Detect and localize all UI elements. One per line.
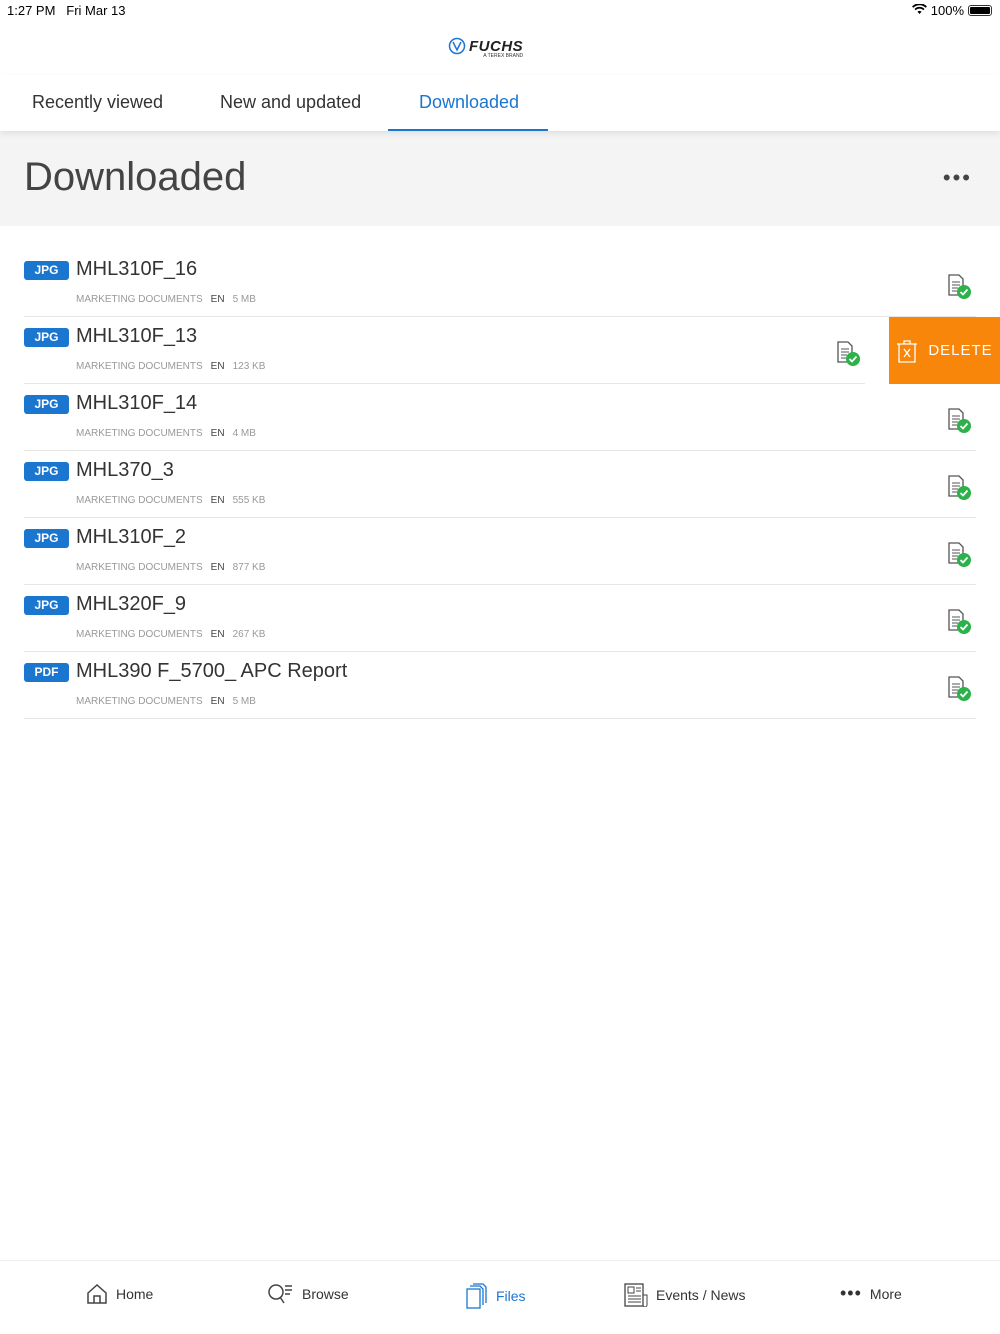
file-size: 5 MB bbox=[232, 696, 256, 707]
tab-new-and-updated[interactable]: New and updated bbox=[220, 92, 361, 113]
delete-label: DELETE bbox=[928, 342, 993, 359]
nav-files-label: Files bbox=[496, 1288, 526, 1304]
nav-browse[interactable]: Browse bbox=[268, 1283, 349, 1305]
fuchs-logo: FUCHS A TEREX BRAND bbox=[448, 37, 524, 59]
file-type-badge: JPG bbox=[24, 462, 69, 481]
file-language: EN bbox=[210, 562, 225, 573]
fuchs-emblem-icon bbox=[448, 37, 466, 55]
more-options-button[interactable]: ••• bbox=[943, 167, 972, 189]
file-name: MHL320F_9 bbox=[76, 593, 187, 615]
file-meta: MARKETING DOCUMENTS EN 5 MB bbox=[76, 696, 256, 707]
downloaded-check-icon[interactable] bbox=[948, 408, 972, 434]
file-name: MHL310F_16 bbox=[76, 258, 198, 280]
file-size: 555 KB bbox=[232, 495, 266, 506]
battery-icon bbox=[968, 5, 992, 16]
nav-home[interactable]: Home bbox=[86, 1283, 153, 1305]
tab-recently-viewed[interactable]: Recently viewed bbox=[32, 92, 163, 113]
file-name: MHL310F_14 bbox=[76, 392, 198, 414]
downloaded-check-icon[interactable] bbox=[948, 475, 972, 501]
file-type-badge: PDF bbox=[24, 663, 69, 682]
file-row[interactable]: JPG MHL310F_13 MARKETING DOCUMENTS EN 123 … bbox=[0, 317, 1000, 384]
file-language: EN bbox=[210, 696, 225, 707]
file-name: MHL310F_13 bbox=[76, 325, 198, 347]
file-row[interactable]: PDF MHL390 F_5700_ APC Report MARKETING … bbox=[0, 652, 1000, 719]
file-type-badge: JPG bbox=[24, 529, 69, 548]
downloaded-check-icon[interactable] bbox=[948, 542, 972, 568]
status-bar: 1:27 PM Fri Mar 13 100% bbox=[0, 0, 1000, 22]
file-language: EN bbox=[210, 294, 225, 305]
more-dots-icon: ••• bbox=[840, 1283, 862, 1303]
battery-percent: 100% bbox=[930, 3, 964, 18]
wifi-icon bbox=[911, 3, 927, 18]
file-size: 5 MB bbox=[232, 294, 256, 305]
logo-tagline: A TEREX BRAND bbox=[483, 53, 524, 59]
file-meta: MARKETING DOCUMENTS EN 5 MB bbox=[76, 294, 256, 305]
file-type-badge: JPG bbox=[24, 395, 69, 414]
tab-bar: Recently viewed New and updated Download… bbox=[0, 75, 1000, 131]
status-time: 1:27 PM bbox=[7, 3, 56, 18]
page-header: Downloaded ••• bbox=[0, 131, 1000, 226]
file-name: MHL310F_2 bbox=[76, 526, 187, 548]
file-meta: MARKETING DOCUMENTS EN 123 KB bbox=[76, 361, 265, 372]
file-category: MARKETING DOCUMENTS bbox=[76, 696, 203, 707]
nav-home-label: Home bbox=[116, 1286, 154, 1302]
file-language: EN bbox=[210, 361, 225, 372]
tab-downloaded[interactable]: Downloaded bbox=[419, 92, 519, 113]
file-category: MARKETING DOCUMENTS bbox=[76, 562, 203, 573]
nav-more-label: More bbox=[869, 1285, 902, 1302]
newspaper-icon bbox=[624, 1283, 648, 1307]
file-size: 267 KB bbox=[232, 629, 266, 640]
file-category: MARKETING DOCUMENTS bbox=[76, 294, 203, 305]
downloaded-check-icon[interactable] bbox=[837, 341, 861, 367]
file-meta: MARKETING DOCUMENTS EN 267 KB bbox=[76, 629, 265, 640]
file-language: EN bbox=[210, 629, 225, 640]
file-language: EN bbox=[210, 428, 225, 439]
file-category: MARKETING DOCUMENTS bbox=[76, 629, 203, 640]
file-size: 4 MB bbox=[232, 428, 256, 439]
browse-search-icon bbox=[268, 1284, 292, 1304]
file-row[interactable]: JPG MHL320F_9 MARKETING DOCUMENTS EN 267 K… bbox=[0, 585, 1000, 652]
file-category: MARKETING DOCUMENTS bbox=[76, 428, 203, 439]
file-type-badge: JPG bbox=[24, 596, 69, 615]
file-size: 877 KB bbox=[232, 562, 266, 573]
file-language: EN bbox=[210, 495, 225, 506]
home-icon bbox=[87, 1283, 107, 1304]
nav-browse-label: Browse bbox=[302, 1286, 349, 1302]
file-meta: MARKETING DOCUMENTS EN 555 KB bbox=[76, 495, 265, 506]
file-name: MHL390 F_5700_ APC Report bbox=[76, 660, 348, 682]
active-tab-indicator bbox=[388, 129, 548, 131]
bottom-nav: Home Browse Files Events / News ••• More bbox=[0, 1260, 1000, 1334]
row-divider bbox=[24, 718, 976, 719]
file-size: 123 KB bbox=[232, 361, 266, 372]
nav-more[interactable]: ••• More bbox=[840, 1283, 902, 1304]
page-title: Downloaded bbox=[24, 155, 247, 199]
file-row[interactable]: JPG MHL370_3 MARKETING DOCUMENTS EN 555 KB bbox=[0, 451, 1000, 518]
delete-button[interactable]: DELETE bbox=[889, 317, 1000, 384]
file-row[interactable]: JPG MHL310F_14 MARKETING DOCUMENTS EN 4 MB bbox=[0, 384, 1000, 451]
file-category: MARKETING DOCUMENTS bbox=[76, 495, 203, 506]
file-category: MARKETING DOCUMENTS bbox=[76, 361, 203, 372]
file-type-badge: JPG bbox=[24, 328, 69, 347]
downloaded-check-icon[interactable] bbox=[948, 676, 972, 702]
file-name: MHL370_3 bbox=[76, 459, 174, 481]
trash-icon bbox=[897, 339, 918, 363]
file-row[interactable]: JPG MHL310F_16 MARKETING DOCUMENTS EN 5 MB bbox=[0, 250, 1000, 317]
downloaded-check-icon[interactable] bbox=[948, 274, 972, 300]
nav-events-label: Events / News bbox=[656, 1287, 746, 1303]
file-meta: MARKETING DOCUMENTS EN 4 MB bbox=[76, 428, 256, 439]
nav-events-news[interactable]: Events / News bbox=[624, 1283, 745, 1307]
file-type-badge: JPG bbox=[24, 261, 69, 280]
files-icon bbox=[466, 1283, 487, 1309]
status-date: Fri Mar 13 bbox=[66, 3, 126, 18]
file-row[interactable]: JPG MHL310F_2 MARKETING DOCUMENTS EN 877 K… bbox=[0, 518, 1000, 585]
nav-files[interactable]: Files bbox=[466, 1283, 526, 1309]
downloaded-check-icon[interactable] bbox=[948, 609, 972, 635]
logo-word: FUCHS bbox=[469, 37, 524, 55]
file-meta: MARKETING DOCUMENTS EN 877 KB bbox=[76, 562, 265, 573]
